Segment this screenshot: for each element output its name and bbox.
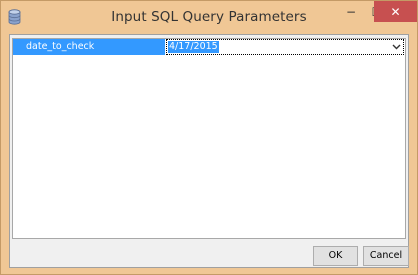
dialog-client-area: date_to_check 4/17/2015 OK Cancel	[9, 34, 409, 268]
ok-button[interactable]: OK	[313, 246, 358, 266]
parameter-grid: date_to_check 4/17/2015	[12, 38, 406, 239]
close-button[interactable]: ✕	[374, 1, 417, 22]
parameter-value[interactable]: 4/17/2015	[168, 41, 219, 53]
dialog-window: Input SQL Query Parameters − ☐ ✕ date_to…	[0, 0, 418, 275]
parameter-name[interactable]: date_to_check	[13, 39, 166, 55]
cancel-button[interactable]: Cancel	[363, 246, 409, 266]
minimize-button[interactable]: −	[338, 1, 364, 22]
parameter-row[interactable]: date_to_check 4/17/2015	[13, 39, 405, 55]
chevron-down-icon	[392, 44, 401, 50]
dropdown-button[interactable]	[390, 40, 403, 54]
parameter-value-field[interactable]: 4/17/2015	[166, 39, 404, 55]
title-bar[interactable]: Input SQL Query Parameters − ☐ ✕	[1, 1, 417, 34]
close-icon: ✕	[390, 4, 401, 19]
minimize-icon: −	[345, 4, 357, 19]
